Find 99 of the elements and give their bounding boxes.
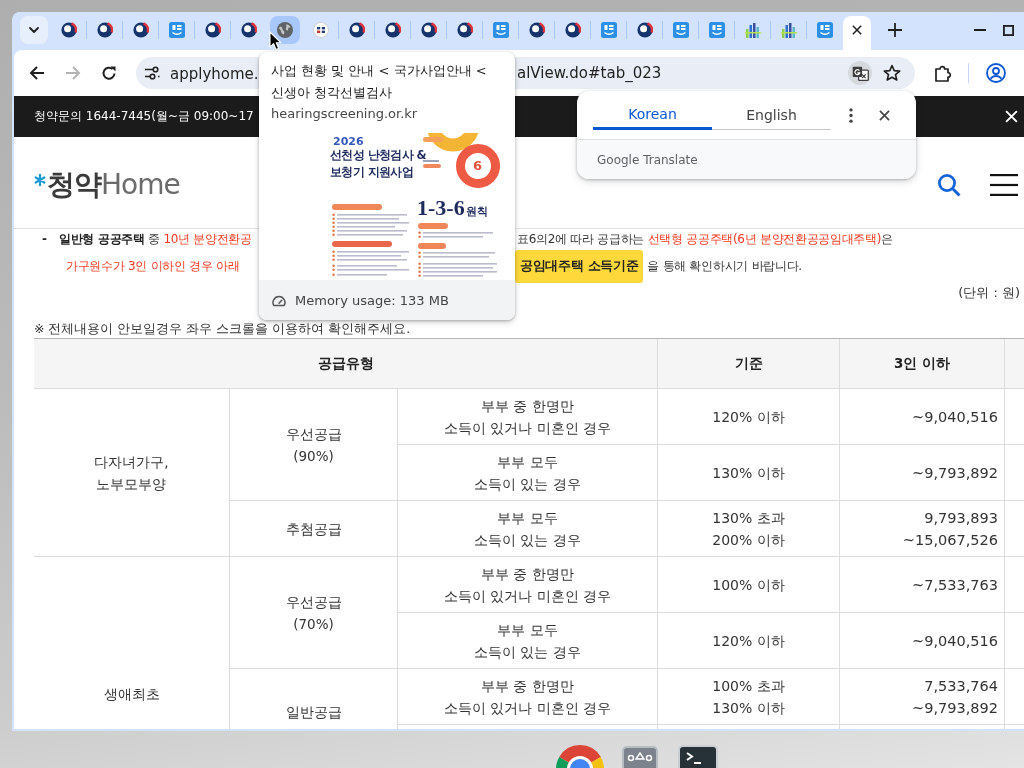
preview-rule-suffix: 원칙 <box>465 205 488 218</box>
smile-tile-icon <box>492 22 509 38</box>
plus-icon <box>888 23 902 37</box>
table-cell: 부부 모두 소득이 있는 경우 <box>398 613 658 669</box>
sliders-icon <box>144 66 160 80</box>
table-cell: ~9,793,892 <box>840 445 1005 501</box>
star-icon <box>883 64 901 82</box>
asterisk-icon <box>34 172 46 187</box>
reload-icon <box>101 65 117 81</box>
smile-tile-icon <box>600 22 617 38</box>
close-notice-button[interactable] <box>1004 109 1018 124</box>
segmented-ring-icon[interactable] <box>556 744 604 768</box>
smile-tile-icon <box>672 22 689 38</box>
table-cell: ~9,040,516 <box>840 613 1005 669</box>
shapes-tile-icon[interactable] <box>622 746 658 768</box>
menu-icon <box>990 173 1018 196</box>
emblem-icon <box>564 22 581 38</box>
bar-chart-icon <box>780 22 797 38</box>
table-cell: 9,793,893 ~15,067,526 <box>840 501 1005 557</box>
gauge-icon <box>272 294 286 307</box>
back-arrow-icon <box>29 65 45 81</box>
language-tab[interactable]: English <box>712 100 831 130</box>
translate-button[interactable] <box>848 61 872 85</box>
unit-note: (단위 : 원) <box>958 284 1020 302</box>
close-icon[interactable] <box>852 25 862 35</box>
maximize-icon <box>1002 24 1014 36</box>
income-standard-button[interactable]: 공임대주택 소득기준 <box>515 249 644 283</box>
ring-number-text: 6 <box>473 158 483 174</box>
table-cell: 우선공급 (90%) <box>230 389 398 501</box>
tab-search-button[interactable] <box>20 16 48 44</box>
minimize-icon <box>974 29 986 31</box>
table-cell: ~7,533,763 <box>840 557 1005 613</box>
bar-chart-icon <box>744 22 761 38</box>
table-cell: 100% 이하 <box>658 557 840 613</box>
table-cell: 부부 중 한명만 소득이 있거나 미혼인 경우 <box>398 557 658 613</box>
smile-tile-icon <box>168 22 185 38</box>
table-cell: 130% 초과 200% 이하 <box>658 501 840 557</box>
table-cell: 생애최초 <box>34 557 230 729</box>
notice-text: 청약문의 1644-7445(월~금 09:00~17 <box>34 108 254 125</box>
table-cell: 부부 모두 소득이 있는 경우 <box>398 501 658 557</box>
table-cell: 추첨공급 <box>230 501 398 557</box>
hover-card-domain: hearingscreening.or.kr <box>270 105 419 123</box>
chevron-down-icon <box>29 27 39 33</box>
url-text: applyhome. <box>170 64 259 83</box>
intro-text: 일반형 공공주택 중 10년 분양전환공 <box>59 230 252 248</box>
menu-button[interactable] <box>990 173 1018 196</box>
translate-icon <box>851 65 869 81</box>
close-icon <box>1004 110 1018 123</box>
more-vertical-icon <box>849 107 853 123</box>
table-header-cell: 기준 <box>658 339 840 389</box>
table-cell: 부부 모두 소득이 있는 경우 <box>398 445 658 501</box>
emblem-icon <box>240 22 257 38</box>
round-badge-icon <box>312 22 329 38</box>
intro-text: 을 통해 확인하시기 바랍니다. <box>647 257 802 275</box>
table-cell: 7,533,764 ~9,793,892 <box>840 669 1005 725</box>
intro-text: 표6의2에 따라 공급하는 선택형 공공주택(6년 분양전환공공임대주택)은 <box>517 230 893 248</box>
smile-tile-icon <box>708 22 725 38</box>
list-dash: - <box>42 232 48 246</box>
scroll-note: ※ 전체내용이 안보일경우 좌우 스크롤을 이용하여 확인해주세요. <box>34 320 411 338</box>
table-cell: 130% 이하 <box>658 445 840 501</box>
globe-icon <box>276 22 293 38</box>
translate-footer-text: Google Translate <box>597 152 698 167</box>
emblem-icon <box>636 22 653 38</box>
table-cell: 우선공급 (70%) <box>230 557 398 669</box>
table-cell: 부부 중 한명만 소득이 있거나 미혼인 경우 <box>398 669 658 725</box>
preview-rule-text: 1-3-6 <box>417 197 465 219</box>
table-cell: 부부 중 한명만 소득이 있거나 미혼인 경우 <box>398 389 658 445</box>
table-cell: ~9,040,516 <box>840 389 1005 445</box>
emblem-icon <box>96 22 113 38</box>
emblem-icon <box>456 22 473 38</box>
emblem-icon <box>204 22 221 38</box>
search-icon <box>937 172 961 197</box>
emblem-icon <box>60 22 77 38</box>
preview-headline: 선천성 난청검사 & 보청기 지원사업 <box>330 147 427 181</box>
forward-arrow-icon <box>65 65 81 81</box>
close-icon <box>878 109 890 121</box>
smile-tile-icon <box>816 22 833 38</box>
emblem-icon <box>420 22 437 38</box>
site-logo[interactable]: 청약Home <box>47 165 180 204</box>
memory-usage-text: Memory usage: 133 MB <box>295 293 449 308</box>
terminal-icon[interactable] <box>678 745 718 768</box>
emblem-icon <box>384 22 401 38</box>
table-cell: 120% 이하 <box>658 613 840 669</box>
search-button[interactable] <box>937 172 961 197</box>
emblem-icon <box>348 22 365 38</box>
emblem-icon <box>132 22 149 38</box>
intro-text: 가구원수가 3인 이하인 경우 아래 <box>66 257 240 275</box>
url-text: alView.do#tab_023 <box>517 64 662 82</box>
emblem-icon <box>528 22 545 38</box>
account-icon <box>986 63 1006 83</box>
table-cell: 다자녀가구, 노부모부양 <box>34 389 230 557</box>
table-cell: 100% 초과 130% 이하 <box>658 669 840 725</box>
preview-year-text: 2026 <box>333 135 364 148</box>
table-cell: 일반공급 <box>230 669 398 729</box>
table-header-cell: 공급유형 <box>34 339 658 389</box>
language-tab[interactable]: Korean <box>593 100 712 130</box>
table-cell: 120% 이하 <box>658 389 840 445</box>
puzzle-icon <box>934 64 952 82</box>
table-header-cell: 3인 이하 <box>840 339 1005 389</box>
